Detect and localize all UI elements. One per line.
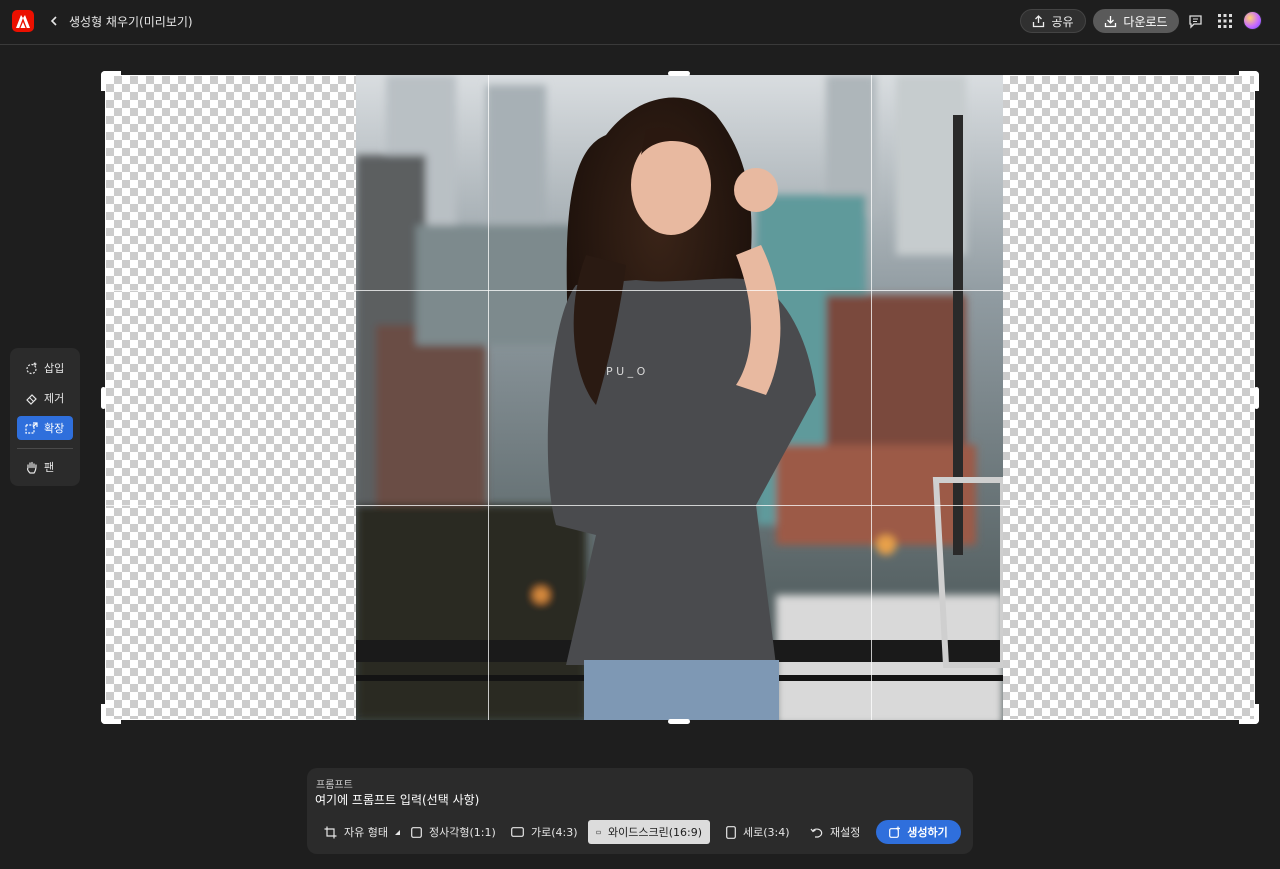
prompt-input[interactable]	[315, 790, 955, 810]
share-button[interactable]: 공유	[1020, 9, 1086, 33]
tool-insert[interactable]: 삽입	[17, 356, 73, 380]
tool-pan[interactable]: 팬	[17, 455, 73, 479]
square-icon	[411, 826, 422, 838]
hand-icon	[27, 461, 37, 474]
share-icon	[1033, 14, 1045, 27]
resize-handle-bottom-right[interactable]	[1239, 704, 1259, 724]
caret-icon	[394, 829, 400, 835]
aspect-option-free[interactable]: 자유 형태	[324, 821, 400, 843]
top-bar: 생성형 채우기(미리보기) 공유 다운로드	[0, 0, 1280, 45]
tool-label: 팬	[44, 461, 55, 474]
expand-icon	[25, 421, 38, 434]
eraser-icon	[26, 393, 37, 405]
generate-icon	[889, 826, 901, 838]
share-label: 공유	[1051, 14, 1074, 29]
tool-panel: 삽입 제거 확장 팬	[10, 348, 80, 486]
aspect-option-label: 자유 형태	[344, 826, 388, 839]
resize-handle-top[interactable]	[668, 71, 690, 76]
generate-button[interactable]: 생성하기	[876, 820, 961, 844]
aspect-option-landscape[interactable]: 가로(4:3)	[511, 821, 578, 843]
resize-handle-bottom[interactable]	[668, 719, 690, 724]
prompt-bar: 프롬프트 자유 형태 정사각형(1:1) 가로(4:3) 와이드스크린(16:9…	[307, 768, 973, 854]
grid-line	[871, 75, 872, 720]
generate-label: 생성하기	[907, 826, 948, 839]
reset-icon	[810, 827, 823, 838]
photo-illustration: P U _ O	[356, 75, 1003, 720]
aspect-option-label: 와이드스크린(16:9)	[607, 826, 702, 839]
insert-icon	[26, 362, 37, 374]
tool-label: 삽입	[44, 362, 65, 375]
aspect-option-label: 세로(3:4)	[743, 826, 790, 839]
aspect-option-label: 정사각형(1:1)	[429, 826, 496, 839]
back-button[interactable]	[46, 10, 62, 32]
grid-line	[488, 75, 489, 720]
tool-divider	[17, 448, 73, 449]
reset-button[interactable]: 재설정	[810, 821, 860, 843]
download-label: 다운로드	[1123, 14, 1168, 29]
comment-icon	[1188, 14, 1202, 29]
tool-label: 제거	[44, 392, 65, 405]
grid-line	[105, 290, 1255, 291]
resize-handle-bottom-left[interactable]	[101, 704, 121, 724]
widescreen-icon	[596, 830, 601, 834]
adobe-logo-icon[interactable]	[12, 10, 34, 32]
back-chevron-icon	[50, 16, 57, 26]
aspect-option-square[interactable]: 정사각형(1:1)	[411, 821, 496, 843]
prompt-label: 프롬프트	[316, 780, 353, 791]
aspect-option-portrait[interactable]: 세로(3:4)	[726, 821, 790, 843]
aspect-option-widescreen[interactable]: 와이드스크린(16:9)	[588, 820, 710, 844]
tool-remove[interactable]: 제거	[17, 386, 73, 410]
resize-handle-top-left[interactable]	[101, 71, 121, 91]
aspect-option-label: 가로(4:3)	[531, 826, 578, 839]
download-icon	[1105, 15, 1117, 27]
download-button[interactable]: 다운로드	[1093, 9, 1179, 33]
comment-button[interactable]	[1186, 12, 1204, 30]
svg-text:P U _ O: P U _ O	[606, 365, 646, 378]
source-photo: P U _ O	[356, 75, 1003, 720]
tool-label: 확장	[44, 422, 65, 435]
avatar[interactable]	[1243, 11, 1262, 30]
crop-icon	[324, 826, 337, 838]
tool-expand[interactable]: 확장	[17, 416, 73, 440]
resize-handle-right[interactable]	[1254, 387, 1259, 409]
page-title: 생성형 채우기(미리보기)	[69, 15, 193, 29]
grid-line	[105, 505, 1255, 506]
landscape-icon	[511, 827, 524, 837]
apps-button[interactable]	[1216, 12, 1234, 30]
reset-label: 재설정	[830, 826, 861, 839]
resize-handle-top-right[interactable]	[1239, 71, 1259, 91]
apps-grid-icon	[1218, 14, 1232, 28]
resize-handle-left[interactable]	[101, 387, 106, 409]
portrait-icon	[726, 825, 736, 839]
